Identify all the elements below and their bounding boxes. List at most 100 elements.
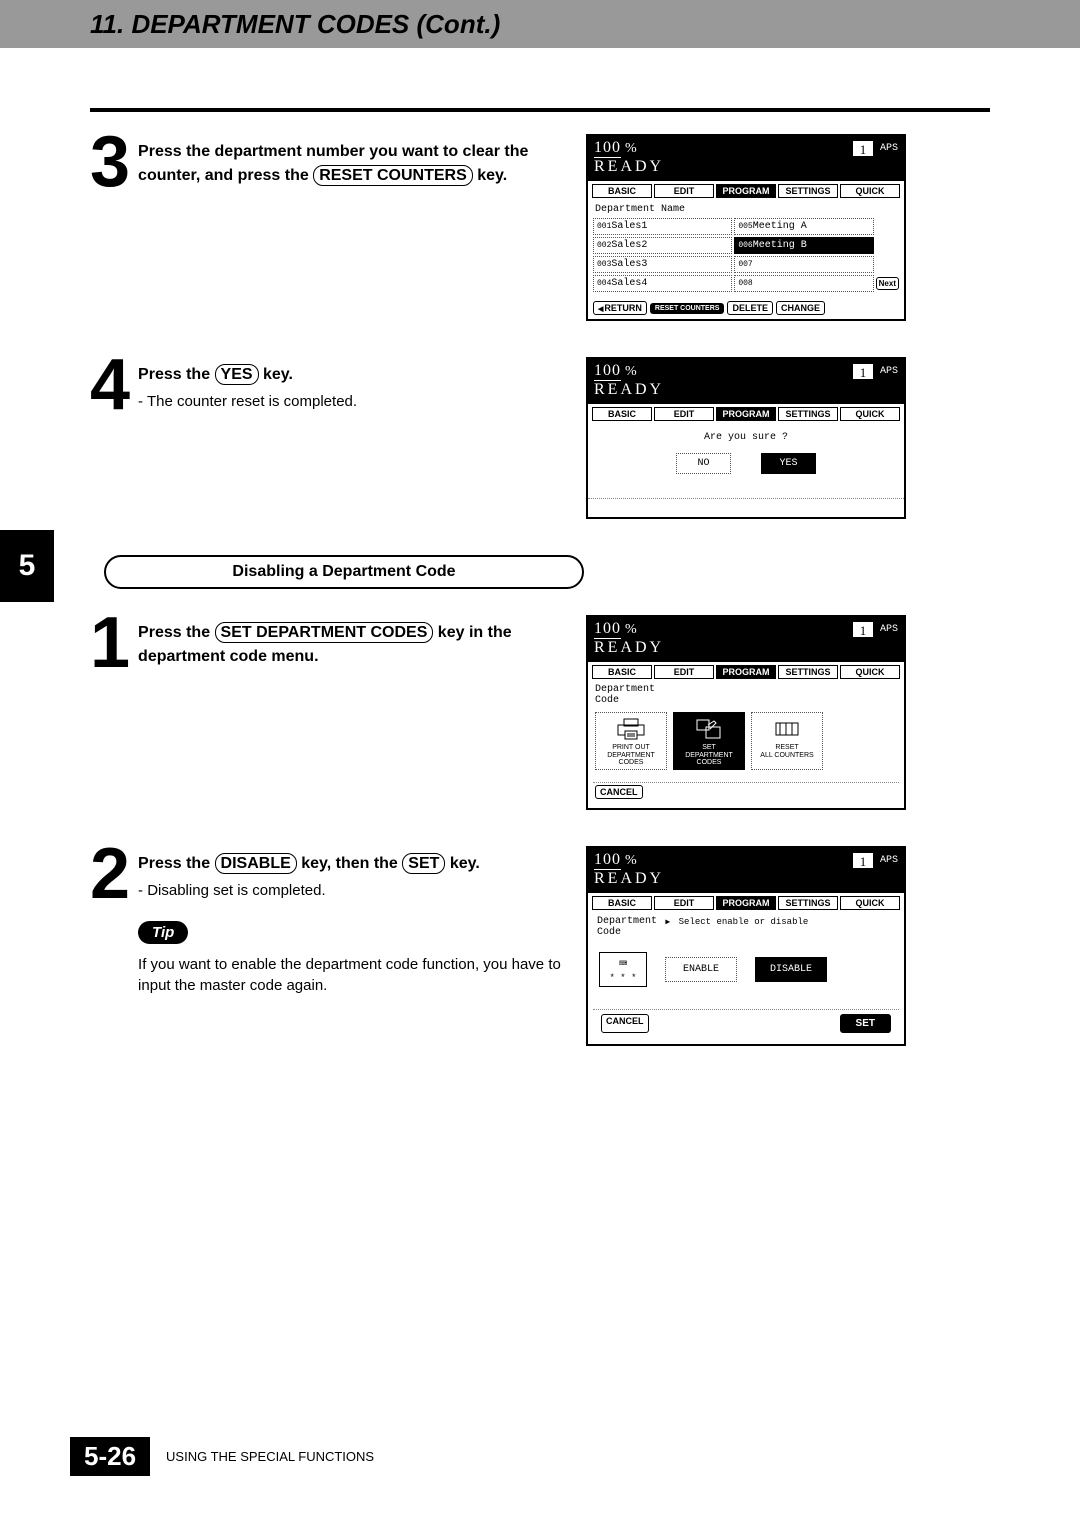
tab-quick[interactable]: QUICK	[840, 896, 900, 910]
text: Press the	[138, 624, 214, 641]
lcd-screenshot-dept-list: 100 % 1 APS READY BASIC EDIT PROGRAM SET…	[586, 134, 906, 321]
tab-basic[interactable]: BASIC	[592, 896, 652, 910]
text: Press the	[138, 855, 214, 872]
step-number: 2	[90, 846, 138, 1046]
yes-button[interactable]: YES	[761, 453, 816, 474]
set-dept-codes-key: SET DEPARTMENT CODES	[215, 622, 434, 643]
tab-program[interactable]: PROGRAM	[716, 407, 776, 421]
cancel-button[interactable]: CANCEL	[595, 785, 643, 799]
tab-quick[interactable]: QUICK	[840, 184, 900, 198]
dept-cell-selected[interactable]: 006Meeting B	[734, 237, 873, 254]
dept-cell[interactable]: 008	[734, 275, 873, 292]
label: PRINT OUT DEPARTMENT CODES	[598, 744, 664, 767]
step-4: 4 Press the YES key. - The counter reset…	[90, 357, 990, 519]
page-header: 11. DEPARTMENT CODES (Cont.)	[0, 0, 1080, 48]
copy-count: 1	[853, 853, 873, 868]
tab-basic[interactable]: BASIC	[592, 407, 652, 421]
status-ready: READY	[594, 158, 898, 176]
text: key, then the	[297, 855, 403, 872]
printer-icon	[598, 716, 664, 742]
step-3: 3 Press the department number you want t…	[90, 134, 990, 321]
dept-cell[interactable]: 007	[734, 256, 873, 273]
dept-cell[interactable]: 003Sales3	[593, 256, 732, 273]
zoom-value: 100	[594, 362, 621, 381]
tab-basic[interactable]: BASIC	[592, 665, 652, 679]
text: Press the	[138, 366, 214, 383]
keypad-icon: ⌨ * * *	[599, 952, 647, 987]
tab-program[interactable]: PROGRAM	[716, 184, 776, 198]
tab-settings[interactable]: SETTINGS	[778, 184, 838, 198]
footer-caption: USING THE SPECIAL FUNCTIONS	[166, 1449, 374, 1464]
step-text: Press the SET DEPARTMENT CODES key in th…	[138, 615, 570, 810]
confirm-message: Are you sure ?	[588, 432, 904, 443]
aps-label: APS	[880, 855, 898, 866]
menu-heading: Department Code	[597, 917, 657, 938]
step-text: Press the YES key. - The counter reset i…	[138, 357, 357, 519]
tab-program[interactable]: PROGRAM	[716, 896, 776, 910]
page-footer: 5-26 USING THE SPECIAL FUNCTIONS	[0, 1437, 1080, 1476]
tab-settings[interactable]: SETTINGS	[778, 896, 838, 910]
tab-quick[interactable]: QUICK	[840, 407, 900, 421]
tab-edit[interactable]: EDIT	[654, 665, 714, 679]
lcd-screenshot-confirm: 100 % 1 APS READY BASIC EDIT PROGRAM SET…	[586, 357, 906, 519]
section-heading: Disabling a Department Code	[104, 555, 584, 589]
percent-icon: %	[625, 853, 637, 869]
step-sub: - Disabling set is completed.	[138, 880, 570, 903]
text: key.	[445, 855, 479, 872]
label: SET DEPARTMENT CODES	[676, 744, 742, 767]
next-button[interactable]: Next	[876, 277, 899, 290]
counter-reset-icon	[754, 716, 820, 742]
set-dept-codes-button[interactable]: SET DEPARTMENT CODES	[673, 712, 745, 770]
tab-edit[interactable]: EDIT	[654, 407, 714, 421]
tab-row: BASIC EDIT PROGRAM SETTINGS QUICK	[588, 181, 904, 201]
tab-edit[interactable]: EDIT	[654, 896, 714, 910]
step-text: Press the DISABLE key, then the SET key.…	[138, 846, 570, 903]
dept-cell[interactable]: 005Meeting A	[734, 218, 873, 235]
yes-key: YES	[215, 364, 259, 385]
tab-edit[interactable]: EDIT	[654, 184, 714, 198]
configuration-icon	[676, 716, 742, 742]
tab-basic[interactable]: BASIC	[592, 184, 652, 198]
lcd-screenshot-dept-menu: 100 % 1 APS READY BASIC EDIT PROGRAM SET…	[586, 615, 906, 810]
print-dept-codes-button[interactable]: PRINT OUT DEPARTMENT CODES	[595, 712, 667, 770]
dept-cell[interactable]: 002Sales2	[593, 237, 732, 254]
disable-key: DISABLE	[215, 853, 297, 874]
cancel-button[interactable]: CANCEL	[601, 1014, 649, 1033]
step-text: Press the department number you want to …	[138, 134, 570, 321]
percent-icon: %	[625, 364, 637, 380]
label: RESET ALL COUNTERS	[754, 744, 820, 759]
arrow-icon: ▶	[665, 918, 670, 927]
reset-counters-button[interactable]: RESET COUNTERS	[650, 303, 725, 314]
zoom-value: 100	[594, 620, 621, 639]
reset-all-counters-button[interactable]: RESET ALL COUNTERS	[751, 712, 823, 770]
enable-button[interactable]: ENABLE	[665, 957, 737, 982]
dept-cell[interactable]: 004Sales4	[593, 275, 732, 292]
tab-settings[interactable]: SETTINGS	[778, 407, 838, 421]
percent-icon: %	[625, 141, 637, 157]
tab-row: BASIC EDIT PROGRAM SETTINGS QUICK	[588, 404, 904, 424]
no-button[interactable]: NO	[676, 453, 731, 474]
tab-program[interactable]: PROGRAM	[716, 665, 776, 679]
page-number: 5-26	[70, 1437, 150, 1476]
status-ready: READY	[594, 870, 898, 888]
set-button[interactable]: SET	[840, 1014, 891, 1033]
step-b1: 1 Press the SET DEPARTMENT CODES key in …	[90, 615, 990, 810]
delete-button[interactable]: DELETE	[727, 301, 773, 315]
tab-row: BASIC EDIT PROGRAM SETTINGS QUICK	[588, 893, 904, 913]
keypad-value: * * *	[604, 973, 642, 983]
copy-count: 1	[853, 141, 873, 156]
list-heading: Department Name	[593, 203, 899, 218]
dept-cell[interactable]: 001Sales1	[593, 218, 732, 235]
return-button[interactable]: RETURN	[593, 301, 647, 315]
tab-quick[interactable]: QUICK	[840, 665, 900, 679]
step-b2: 2 Press the DISABLE key, then the SET ke…	[90, 846, 990, 1046]
status-ready: READY	[594, 639, 898, 657]
tab-settings[interactable]: SETTINGS	[778, 665, 838, 679]
reset-counters-key: RESET COUNTERS	[313, 165, 473, 186]
text: key.	[473, 167, 507, 184]
divider	[90, 108, 990, 112]
step-number: 4	[90, 357, 138, 519]
disable-button[interactable]: DISABLE	[755, 957, 827, 982]
aps-label: APS	[880, 624, 898, 635]
change-button[interactable]: CHANGE	[776, 301, 825, 315]
